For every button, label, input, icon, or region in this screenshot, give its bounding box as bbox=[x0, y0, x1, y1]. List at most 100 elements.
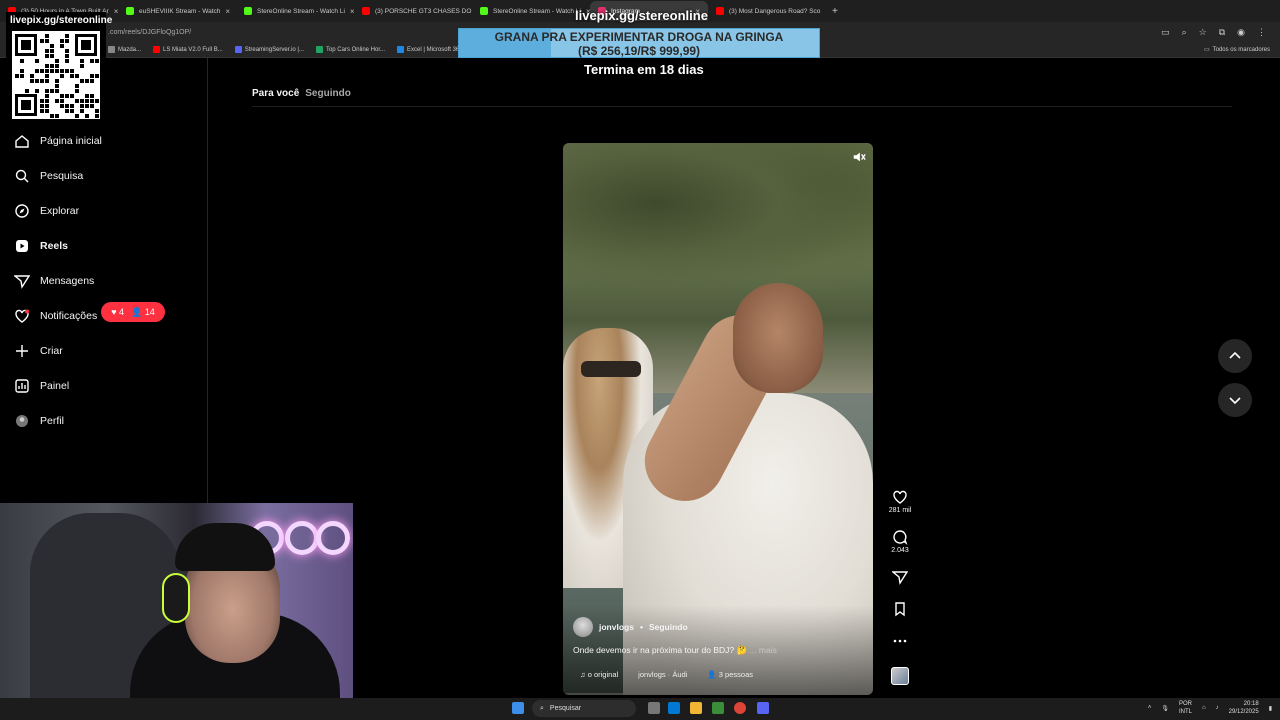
sidebar-item-send[interactable]: Mensagens bbox=[14, 273, 94, 289]
sidebar-item-home[interactable]: Página inicial bbox=[14, 133, 102, 149]
plus-icon bbox=[16, 345, 28, 357]
mic-icon[interactable]: 🎙 bbox=[1161, 705, 1169, 712]
bookmark-label: StreamingServer.io |... bbox=[244, 46, 304, 53]
copilot-icon[interactable] bbox=[668, 702, 680, 714]
feed-tabs: Para você Seguindo bbox=[252, 88, 351, 99]
taskbar-search-label: Pesquisar bbox=[549, 705, 582, 712]
start-icon[interactable] bbox=[512, 702, 524, 714]
sidebar-item-avatar[interactable]: Perfil bbox=[14, 413, 64, 429]
network-icon[interactable]: ⌂ bbox=[1202, 705, 1206, 711]
comment-button[interactable]: 2.043 bbox=[884, 529, 916, 554]
reel-audio-row: ♫ o original jonvlogs · Áudi 👤 3 pessoas bbox=[580, 670, 753, 679]
sidebar-item-heart[interactable]: Notificações bbox=[14, 308, 97, 324]
chrome-icon[interactable] bbox=[734, 702, 746, 714]
send-icon bbox=[892, 571, 908, 585]
author-name[interactable]: jonvlogs bbox=[599, 622, 634, 632]
next-reel-button[interactable] bbox=[1218, 383, 1252, 417]
comment-icon bbox=[893, 530, 908, 545]
tray-chevron-icon[interactable]: ˄ bbox=[1148, 705, 1152, 711]
sidebar-item-label: Perfil bbox=[40, 415, 64, 427]
caption-text: Onde devemos ir na próxima tour do BDJ? … bbox=[573, 645, 748, 655]
sidebar-item-label: Pesquisa bbox=[40, 170, 84, 182]
caption-more[interactable]: ... mais bbox=[749, 645, 776, 655]
audio-original[interactable]: ♫ o original bbox=[580, 670, 618, 679]
profile-icon[interactable]: ◉ bbox=[1237, 27, 1245, 38]
reel-author[interactable]: jonvlogs • Seguindo bbox=[573, 617, 688, 637]
bookmark-favicon-icon bbox=[153, 46, 161, 53]
browser-tab[interactable]: (3) PORSCHE GT3 CHASES DO× bbox=[354, 1, 472, 21]
clock[interactable]: 20:18 29/12/2025 bbox=[1229, 700, 1259, 716]
star-icon[interactable]: ☆ bbox=[1199, 27, 1207, 38]
sidebar-item-plus[interactable]: Criar bbox=[14, 343, 63, 359]
separator-dot: • bbox=[639, 622, 643, 632]
compass-icon bbox=[15, 204, 29, 218]
audio-thumbnail[interactable] bbox=[891, 667, 909, 685]
notification-badge[interactable]: ♥ 4 👤 14 bbox=[101, 302, 165, 322]
sidebar-item-search[interactable]: Pesquisa bbox=[14, 168, 83, 184]
tab-title: (3) Most Dangerous Road? Sco bbox=[729, 7, 821, 15]
ellipsis-icon bbox=[893, 639, 907, 643]
tab-favicon-icon bbox=[480, 7, 488, 15]
extensions-icon[interactable]: ⧉ bbox=[1219, 27, 1225, 38]
language-indicator[interactable]: POR INTL bbox=[1179, 700, 1192, 716]
menu-icon[interactable]: ⋮ bbox=[1257, 27, 1266, 38]
sidebar-item-label: Explorar bbox=[40, 205, 80, 217]
file-explorer-icon[interactable] bbox=[690, 702, 702, 714]
discord-icon[interactable] bbox=[757, 702, 769, 714]
mute-icon[interactable] bbox=[852, 150, 866, 164]
browser-tab[interactable]: (3) Most Dangerous Road? Sco × bbox=[708, 1, 826, 21]
url-text[interactable]: .com/reels/DJGFloQg1OP/ bbox=[108, 29, 191, 36]
all-bookmarks-folder[interactable]: ▭ Todos os marcadores bbox=[1204, 46, 1270, 54]
tab-for-you[interactable]: Para você bbox=[252, 88, 299, 99]
taskbar-search[interactable]: ⌕ Pesquisar bbox=[532, 700, 636, 717]
chevron-down-icon bbox=[1229, 397, 1241, 405]
bookmark-item[interactable]: LS Miata V2.0 Full B... bbox=[153, 46, 223, 53]
browser-tab[interactable]: StereOnline Stream - Watch Li × bbox=[472, 1, 590, 21]
sidebar-item-label: Mensagens bbox=[40, 275, 95, 287]
tab-following[interactable]: Seguindo bbox=[305, 88, 351, 99]
audio-name[interactable]: jonvlogs · Áudi bbox=[638, 670, 687, 679]
divider bbox=[252, 106, 1232, 107]
cast-icon[interactable]: ▭ bbox=[1161, 27, 1170, 38]
store-icon[interactable] bbox=[712, 702, 724, 714]
sidebar-item-reels[interactable]: Reels bbox=[14, 238, 68, 254]
share-button[interactable] bbox=[884, 569, 916, 587]
tab-title: euSHEVIIIK Stream - Watch bbox=[139, 7, 221, 15]
author-avatar[interactable] bbox=[573, 617, 593, 637]
bookmark-icon bbox=[895, 602, 905, 617]
new-tab-button[interactable]: + bbox=[832, 6, 838, 17]
bookmark-item[interactable]: Excel | Microsoft 365 bbox=[397, 46, 463, 53]
volume-icon[interactable]: ♪ bbox=[1216, 705, 1219, 711]
more-options-button[interactable] bbox=[884, 633, 916, 651]
zoom-icon[interactable]: ⌕ bbox=[1182, 27, 1187, 38]
donation-goal-banner: GRANA PRA EXPERIMENTAR DROGA NA GRINGA (… bbox=[458, 28, 820, 58]
close-icon[interactable]: × bbox=[825, 7, 826, 16]
goal-amount: (R$ 256,19/R$ 999,99) bbox=[577, 44, 701, 58]
tab-title: StereOnline Stream - Watch Li bbox=[493, 7, 581, 15]
bookmark-item[interactable]: StreamingServer.io |... bbox=[234, 46, 304, 53]
chevron-up-icon bbox=[1229, 351, 1241, 359]
search-icon bbox=[15, 169, 29, 183]
like-button[interactable]: 281 mil bbox=[884, 489, 916, 514]
sidebar-item-chart[interactable]: Painel bbox=[14, 378, 69, 394]
bookmark-item[interactable]: Mazda... bbox=[108, 46, 141, 53]
notification-center-icon[interactable]: ▮ bbox=[1269, 705, 1272, 712]
sidebar-item-label: Notificações bbox=[40, 310, 98, 322]
bookmark-item[interactable]: Top Cars Online Hor... bbox=[315, 46, 385, 53]
browser-tab[interactable]: euSHEVIIIK Stream - Watch × bbox=[118, 1, 236, 21]
task-view-icon[interactable] bbox=[648, 702, 660, 714]
bookmark-favicon-icon bbox=[234, 46, 242, 53]
browser-toolbar-icons: ▭ ⌕ ☆ ⧉ ◉ ⋮ bbox=[1161, 27, 1280, 38]
comment-count: 2.043 bbox=[891, 547, 909, 554]
save-button[interactable] bbox=[884, 601, 916, 619]
browser-tab[interactable]: StereOnline Stream - Watch Li × bbox=[236, 1, 354, 21]
likes-count: ♥ 4 bbox=[111, 307, 125, 317]
close-icon[interactable]: × bbox=[225, 7, 230, 16]
bookmark-label: Mazda... bbox=[118, 46, 142, 53]
stream-label: livepix.gg/stereonline bbox=[575, 8, 708, 23]
previous-reel-button[interactable] bbox=[1218, 339, 1252, 373]
follow-state[interactable]: Seguindo bbox=[649, 622, 688, 632]
sidebar-item-compass[interactable]: Explorar bbox=[14, 203, 79, 219]
goal-ends-label: Termina em 18 dias bbox=[584, 62, 704, 77]
tagged-people[interactable]: 👤 3 pessoas bbox=[707, 670, 753, 679]
